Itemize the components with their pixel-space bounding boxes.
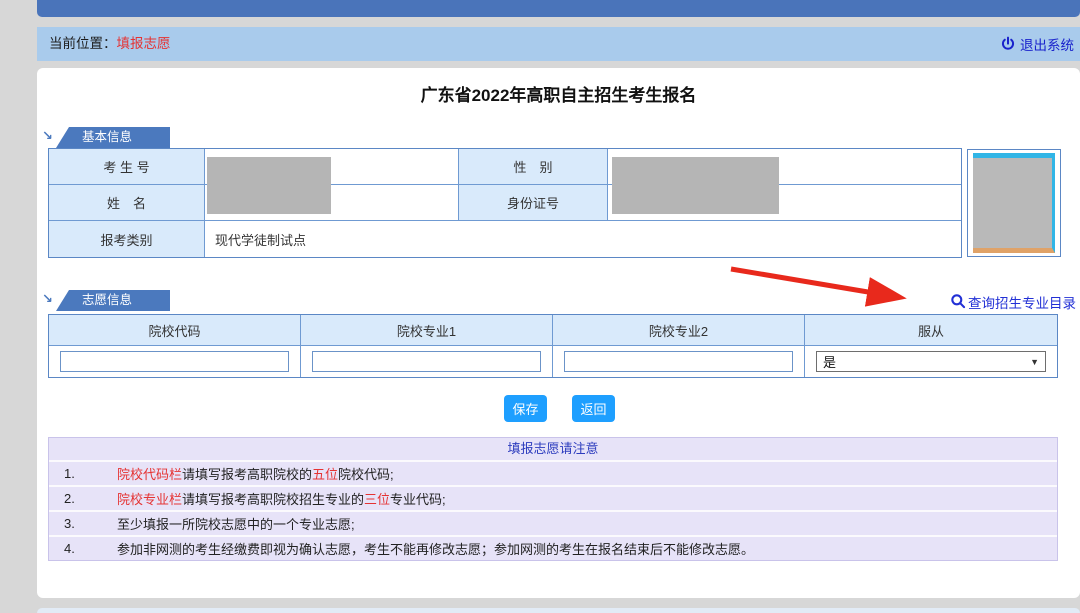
power-icon bbox=[1000, 36, 1016, 52]
college-code-input[interactable] bbox=[60, 351, 289, 372]
gender-label: 性 别 bbox=[459, 149, 608, 185]
save-button[interactable]: 保存 bbox=[504, 395, 547, 422]
note-row: 1. 院校代码栏请填写报考高职院校的五位院校代码; bbox=[49, 462, 1057, 487]
main-content-card: 广东省2022年高职自主招生考生报名 ↘ 基本信息 考 生 号 性 别 姓 名 … bbox=[37, 68, 1080, 598]
col-college-code: 院校代码 bbox=[49, 315, 301, 346]
note-row: 4. 参加非网测的考生经缴费即视为确认志愿，考生不能再修改志愿；参加网测的考生在… bbox=[49, 537, 1057, 560]
note-text: 院校代码栏请填写报考高职院校的五位院校代码; bbox=[95, 464, 394, 483]
search-icon bbox=[950, 293, 966, 312]
note-row: 3. 至少填报一所院校志愿中的一个专业志愿; bbox=[49, 512, 1057, 537]
tab-preference-info: 志愿信息 bbox=[56, 290, 170, 311]
obey-cell: 是 ▼ bbox=[805, 346, 1057, 377]
preference-table-row: 是 ▼ bbox=[49, 346, 1057, 377]
obey-selected-value: 是 bbox=[823, 352, 836, 371]
obey-select[interactable]: 是 ▼ bbox=[816, 351, 1046, 372]
col-major-2: 院校专业2 bbox=[553, 315, 805, 346]
preference-table: 院校代码 院校专业1 院校专业2 服从 是 ▼ bbox=[48, 314, 1058, 378]
major-1-input[interactable] bbox=[312, 351, 541, 372]
notes-panel: 填报志愿请注意 1. 院校代码栏请填写报考高职院校的五位院校代码; 2. 院校专… bbox=[48, 437, 1058, 561]
note-number: 4. bbox=[49, 541, 95, 556]
top-navigation-bar bbox=[37, 0, 1080, 17]
section-corner-arrow-icon: ↘ bbox=[42, 291, 53, 307]
basic-info-table: 考 生 号 性 别 姓 名 身份证号 报考类别 现代学徒制试点 bbox=[48, 148, 962, 258]
logout-label: 退出系统 bbox=[1020, 34, 1074, 54]
breadcrumb-current-page: 填报志愿 bbox=[117, 36, 171, 51]
redaction-block bbox=[612, 157, 779, 214]
note-number: 1. bbox=[49, 466, 95, 481]
red-annotation-arrow bbox=[726, 264, 916, 308]
note-number: 2. bbox=[49, 491, 95, 506]
notes-title: 填报志愿请注意 bbox=[49, 438, 1057, 462]
note-text: 参加非网测的考生经缴费即视为确认志愿，考生不能再修改志愿；参加网测的考生在报名结… bbox=[95, 539, 754, 558]
tab-basic-info: 基本信息 bbox=[56, 127, 170, 148]
page-title: 广东省2022年高职自主招生考生报名 bbox=[37, 81, 1080, 106]
preference-table-header: 院校代码 院校专业1 院校专业2 服从 bbox=[49, 315, 1057, 346]
col-obey: 服从 bbox=[805, 315, 1057, 346]
breadcrumb-label: 当前位置： bbox=[49, 36, 117, 51]
note-text: 至少填报一所院校志愿中的一个专业志愿; bbox=[95, 514, 355, 533]
note-number: 3. bbox=[49, 516, 95, 531]
back-button[interactable]: 返回 bbox=[572, 395, 615, 422]
next-panel-top-edge bbox=[37, 608, 1080, 613]
breadcrumb: 当前位置：填报志愿 bbox=[49, 27, 171, 61]
id-no-label: 身份证号 bbox=[459, 185, 608, 221]
major-2-cell bbox=[553, 346, 805, 377]
note-row: 2. 院校专业栏请填写报考高职院校招生专业的三位专业代码; bbox=[49, 487, 1057, 512]
note-text: 院校专业栏请填写报考高职院校招生专业的三位专业代码; bbox=[95, 489, 446, 508]
candidate-no-label: 考 生 号 bbox=[49, 149, 205, 185]
breadcrumb-band: 当前位置：填报志愿 退出系统 bbox=[37, 27, 1080, 61]
category-value: 现代学徒制试点 bbox=[205, 221, 961, 257]
logout-button[interactable]: 退出系统 bbox=[1000, 27, 1074, 61]
candidate-photo bbox=[973, 153, 1055, 253]
col-major-1: 院校专业1 bbox=[301, 315, 553, 346]
section-corner-arrow-icon: ↘ bbox=[42, 128, 53, 144]
chevron-down-icon: ▼ bbox=[1030, 357, 1039, 367]
category-label: 报考类别 bbox=[49, 221, 205, 257]
major-1-cell bbox=[301, 346, 553, 377]
query-major-catalog-link[interactable]: 查询招生专业目录 bbox=[950, 292, 1076, 312]
photo-cell bbox=[967, 149, 1061, 257]
major-2-input[interactable] bbox=[564, 351, 793, 372]
redaction-block bbox=[207, 157, 331, 214]
query-major-catalog-label: 查询招生专业目录 bbox=[968, 292, 1076, 312]
name-label: 姓 名 bbox=[49, 185, 205, 221]
college-code-cell bbox=[49, 346, 301, 377]
